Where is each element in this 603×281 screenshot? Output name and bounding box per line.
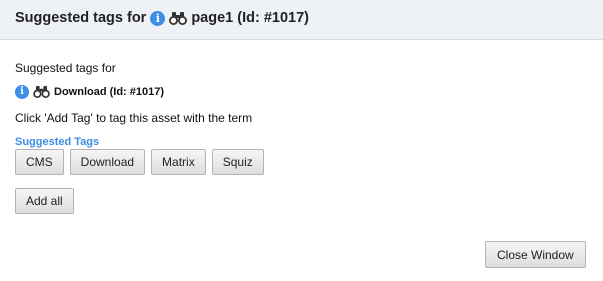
tag-button-matrix[interactable]: Matrix xyxy=(151,149,206,175)
info-icon[interactable]: i xyxy=(150,10,166,26)
title-prefix: Suggested tags for xyxy=(15,10,147,26)
close-window-button[interactable]: Close Window xyxy=(485,241,586,268)
tag-button-cms[interactable]: CMS xyxy=(15,149,64,175)
dialog-title: Suggested tags for i page1 (Id: #1017) xyxy=(15,10,309,26)
tag-button-download[interactable]: Download xyxy=(69,149,146,175)
suggested-tags-list: CMS Download Matrix Squiz xyxy=(15,149,264,175)
tag-button-squiz[interactable]: Squiz xyxy=(211,149,264,175)
binoculars-icon[interactable] xyxy=(33,86,50,98)
suggested-tags-label: Suggested Tags xyxy=(15,136,100,148)
add-all-button[interactable]: Add all xyxy=(15,188,74,214)
title-asset: page1 (Id: #1017) xyxy=(191,10,309,26)
dialog-header: Suggested tags for i page1 (Id: #1017) xyxy=(0,0,603,40)
asset-row: i Download (Id: #1017) xyxy=(15,85,164,99)
asset-name: Download (Id: #1017) xyxy=(54,86,165,98)
info-icon[interactable]: i xyxy=(15,85,29,99)
instruction-text: Click 'Add Tag' to tag this asset with t… xyxy=(15,111,253,125)
binoculars-icon[interactable] xyxy=(169,11,188,25)
suggested-for-label: Suggested tags for xyxy=(15,61,116,75)
